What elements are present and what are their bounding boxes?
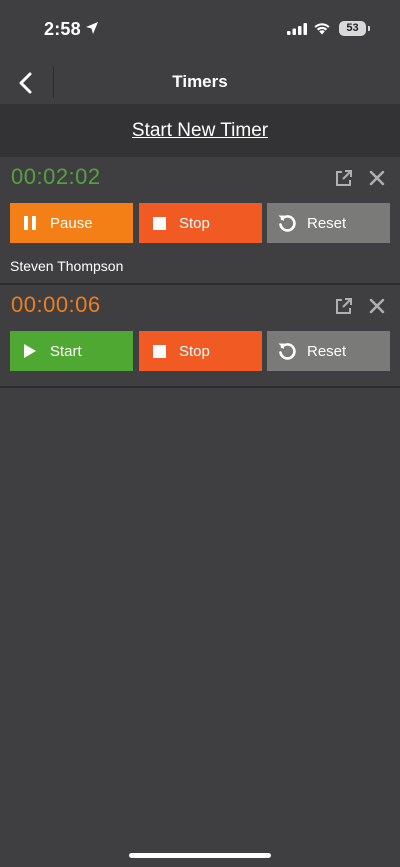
close-icon[interactable] xyxy=(367,296,387,316)
reset-icon xyxy=(267,212,307,234)
reset-label: Reset xyxy=(307,342,347,360)
reset-icon xyxy=(267,340,307,362)
page-title: Timers xyxy=(172,72,228,91)
close-icon[interactable] xyxy=(367,168,387,188)
status-time: 2:58 xyxy=(44,19,81,39)
reset-label: Reset xyxy=(307,214,347,232)
stop-label: Stop xyxy=(179,214,210,232)
pause-button[interactable]: Pause xyxy=(10,203,133,243)
reset-button[interactable]: Reset xyxy=(267,203,390,243)
timer-card: 00:02:02 Pause Stop Reset Steven Thompso… xyxy=(0,157,400,285)
pause-icon xyxy=(10,215,50,231)
open-external-icon[interactable] xyxy=(334,296,354,316)
open-external-icon[interactable] xyxy=(334,168,354,188)
start-new-timer-bar: Start New Timer xyxy=(0,104,400,157)
timer-owner-name: Steven Thompson xyxy=(10,258,124,274)
home-indicator[interactable] xyxy=(129,853,271,858)
stop-icon xyxy=(139,344,179,358)
battery-tip xyxy=(368,26,370,31)
timer-card: 00:00:06 Start Stop Reset xyxy=(0,285,400,388)
stop-label: Stop xyxy=(179,342,210,360)
play-icon xyxy=(10,343,50,359)
status-bar: 2:58 53 xyxy=(0,0,400,60)
pause-label: Pause xyxy=(50,214,93,232)
start-button[interactable]: Start xyxy=(10,331,133,371)
location-arrow-icon xyxy=(86,22,98,34)
timer-time: 00:02:02 xyxy=(11,164,101,189)
battery-icon: 53 xyxy=(339,21,366,36)
nav-bar: Timers xyxy=(0,60,400,104)
stop-icon xyxy=(139,216,179,230)
start-label: Start xyxy=(50,342,82,360)
start-new-timer-link[interactable]: Start New Timer xyxy=(132,120,268,142)
reset-button[interactable]: Reset xyxy=(267,331,390,371)
timer-time: 00:00:06 xyxy=(11,292,101,317)
stop-button[interactable]: Stop xyxy=(139,331,262,371)
cellular-signal-icon xyxy=(287,23,307,35)
stop-button[interactable]: Stop xyxy=(139,203,262,243)
wifi-icon xyxy=(314,23,330,35)
